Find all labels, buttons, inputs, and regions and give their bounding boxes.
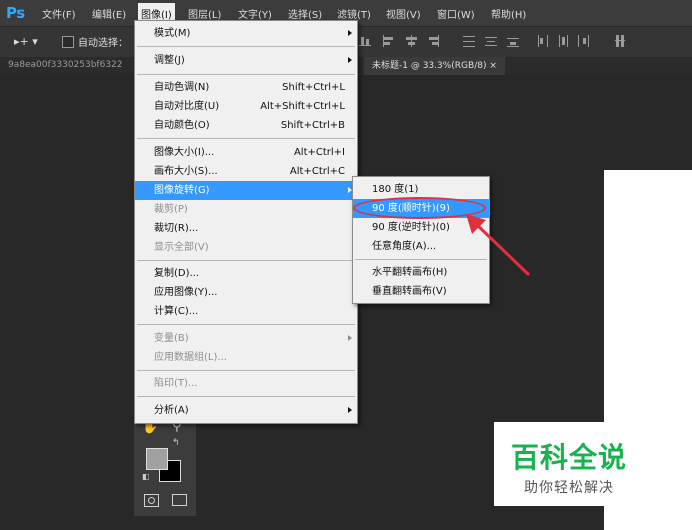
document-tab-active[interactable]: 未标题-1 @ 33.3%(RGB/8) × — [364, 57, 505, 75]
menu-separator — [137, 370, 355, 371]
watermark-title: 百科全说 — [510, 441, 627, 474]
move-tool-icon[interactable]: ▸+ ▾ — [14, 35, 38, 48]
distribute-horizontal-center-icon[interactable] — [556, 34, 570, 48]
menu-item-calculations[interactable]: 计算(C)... — [135, 302, 357, 321]
menu-select[interactable]: 选择(S) — [288, 6, 322, 21]
menu-separator — [137, 260, 355, 261]
menu-view[interactable]: 视图(V) — [386, 6, 421, 21]
menu-item-mode[interactable]: 模式(M) — [135, 24, 357, 43]
menu-file[interactable]: 文件(F) — [42, 6, 76, 21]
document-tab[interactable]: 9a8ea00f3330253bf6322 — [8, 60, 123, 70]
menu-layer[interactable]: 图层(L) — [188, 6, 221, 21]
menu-separator — [137, 46, 355, 47]
menu-filter[interactable]: 滤镜(T) — [337, 6, 371, 21]
auto-select-checkbox[interactable] — [62, 36, 74, 48]
menu-help[interactable]: 帮助(H) — [491, 6, 526, 21]
menu-item-trap: 陷印(T)... — [154, 378, 198, 389]
menu-item-trim[interactable]: 裁切(R)... — [135, 219, 357, 238]
submenu-arrow-icon — [348, 30, 352, 36]
align-right-icon[interactable] — [426, 34, 440, 48]
menu-item-canvas-size[interactable]: 画布大小(S)... Alt+Ctrl+C — [135, 162, 357, 181]
auto-select-label: 自动选择： — [78, 38, 128, 49]
menu-separator — [137, 396, 355, 397]
menu-item-reveal-all: 显示全部(V) — [154, 242, 209, 253]
menu-item-variables: 变量(B) — [135, 329, 357, 348]
screen-mode-icon[interactable] — [172, 494, 187, 506]
submenu-arrow-icon — [348, 57, 352, 63]
menu-item-apply-image[interactable]: 应用图像(Y)... — [135, 283, 357, 302]
menu-type[interactable]: 文字(Y) — [238, 6, 272, 21]
menu-item-crop: 裁剪(P) — [154, 204, 188, 215]
menu-item-image-rotation[interactable]: 图像旋转(G) — [135, 181, 357, 200]
watermark-subtitle: 助你轻松解决 — [524, 480, 614, 496]
menu-edit[interactable]: 编辑(E) — [92, 6, 126, 21]
menu-separator — [137, 324, 355, 325]
distribute-vertical-center-icon[interactable] — [484, 34, 498, 48]
menu-item-adjustments[interactable]: 调整(J) — [135, 51, 357, 70]
align-horizontal-center-icon[interactable] — [404, 34, 418, 48]
auto-align-layers-icon[interactable] — [614, 34, 628, 48]
menu-item-auto-tone[interactable]: 自动色调(N) Shift+Ctrl+L — [135, 78, 357, 97]
photoshop-logo: Ps — [6, 4, 25, 22]
menu-item-image-size[interactable]: 图像大小(I)... Alt+Ctrl+I — [135, 143, 357, 162]
default-colors-icon[interactable]: ◧ — [142, 472, 150, 481]
toolbox-panel: ✋ ⚲ ↰ ◧ — [134, 414, 196, 516]
quick-mask-icon[interactable] — [144, 494, 159, 507]
watermark-logo: 百科全说 助你轻松解决 — [494, 422, 644, 506]
distribute-bottom-icon[interactable] — [506, 34, 520, 48]
distribute-right-icon[interactable] — [576, 34, 590, 48]
annotation-arrow-icon — [466, 214, 530, 276]
image-menu-dropdown: 模式(M) 调整(J) 自动色调(N) Shift+Ctrl+L 自动对比度(U)… — [134, 20, 358, 424]
menu-item-flip-canvas-vertical[interactable]: 垂直翻转画布(V) — [353, 282, 489, 301]
align-left-icon[interactable] — [382, 34, 396, 48]
submenu-arrow-icon — [348, 335, 352, 341]
menu-item-analysis[interactable]: 分析(A) — [135, 401, 357, 420]
menu-window[interactable]: 窗口(W) — [437, 6, 475, 21]
submenu-arrow-icon — [348, 407, 352, 413]
distribute-top-icon[interactable] — [462, 34, 476, 48]
align-bottom-icon[interactable] — [358, 34, 372, 48]
distribute-left-icon[interactable] — [536, 34, 550, 48]
menu-item-duplicate[interactable]: 复制(D)... — [135, 264, 357, 283]
menu-item-auto-color[interactable]: 自动颜色(O) Shift+Ctrl+B — [135, 116, 357, 135]
menu-item-apply-data-set: 应用数据组(L)... — [154, 352, 227, 363]
foreground-color-swatch[interactable] — [146, 448, 168, 470]
menu-separator — [137, 138, 355, 139]
swap-colors-icon[interactable]: ↰ — [172, 438, 180, 448]
menu-separator — [137, 74, 355, 75]
menu-item-auto-contrast[interactable]: 自动对比度(U) Alt+Shift+Ctrl+L — [135, 97, 357, 116]
